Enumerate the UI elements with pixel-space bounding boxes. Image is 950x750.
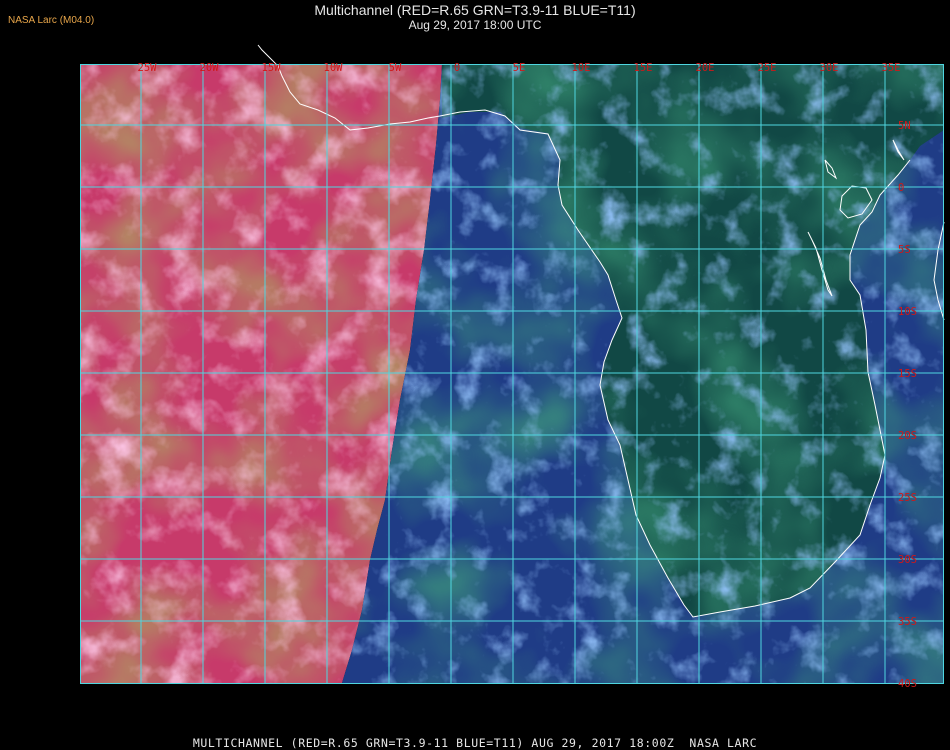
latitude-label: 5S	[898, 244, 911, 256]
latitude-label: 40S	[898, 678, 917, 690]
longitude-label: 5W	[389, 62, 402, 74]
satellite-map: 25W 20W 15W 10W 5W 0 5E 10E 15E 20E 25E 30E 35E 5N 0 5…	[80, 44, 945, 726]
latitude-label: 15S	[898, 368, 917, 380]
longitude-label: 30E	[820, 62, 839, 74]
longitude-label: 10E	[572, 62, 591, 74]
longitude-label: 20W	[200, 62, 220, 74]
latitude-label: 0	[898, 182, 904, 194]
latitude-label: 20S	[898, 430, 917, 442]
latitude-label: 35S	[898, 616, 917, 628]
longitude-label: 25W	[138, 62, 158, 74]
longitude-label: 0	[454, 62, 460, 74]
longitude-label: 25E	[758, 62, 777, 74]
latitude-label: 30S	[898, 554, 917, 566]
longitude-label: 10W	[324, 62, 344, 74]
longitude-label: 15W	[262, 62, 282, 74]
longitude-label: 5E	[513, 62, 526, 74]
latitude-label: 10S	[898, 306, 917, 318]
footer-caption: MULTICHANNEL (RED=R.65 GRN=T3.9-11 BLUE=…	[192, 736, 758, 750]
longitude-label: 20E	[696, 62, 715, 74]
longitude-label: 15E	[634, 62, 653, 74]
longitude-label: 35E	[882, 62, 901, 74]
latitude-label: 25S	[898, 492, 917, 504]
latitude-label: 5N	[898, 120, 911, 132]
